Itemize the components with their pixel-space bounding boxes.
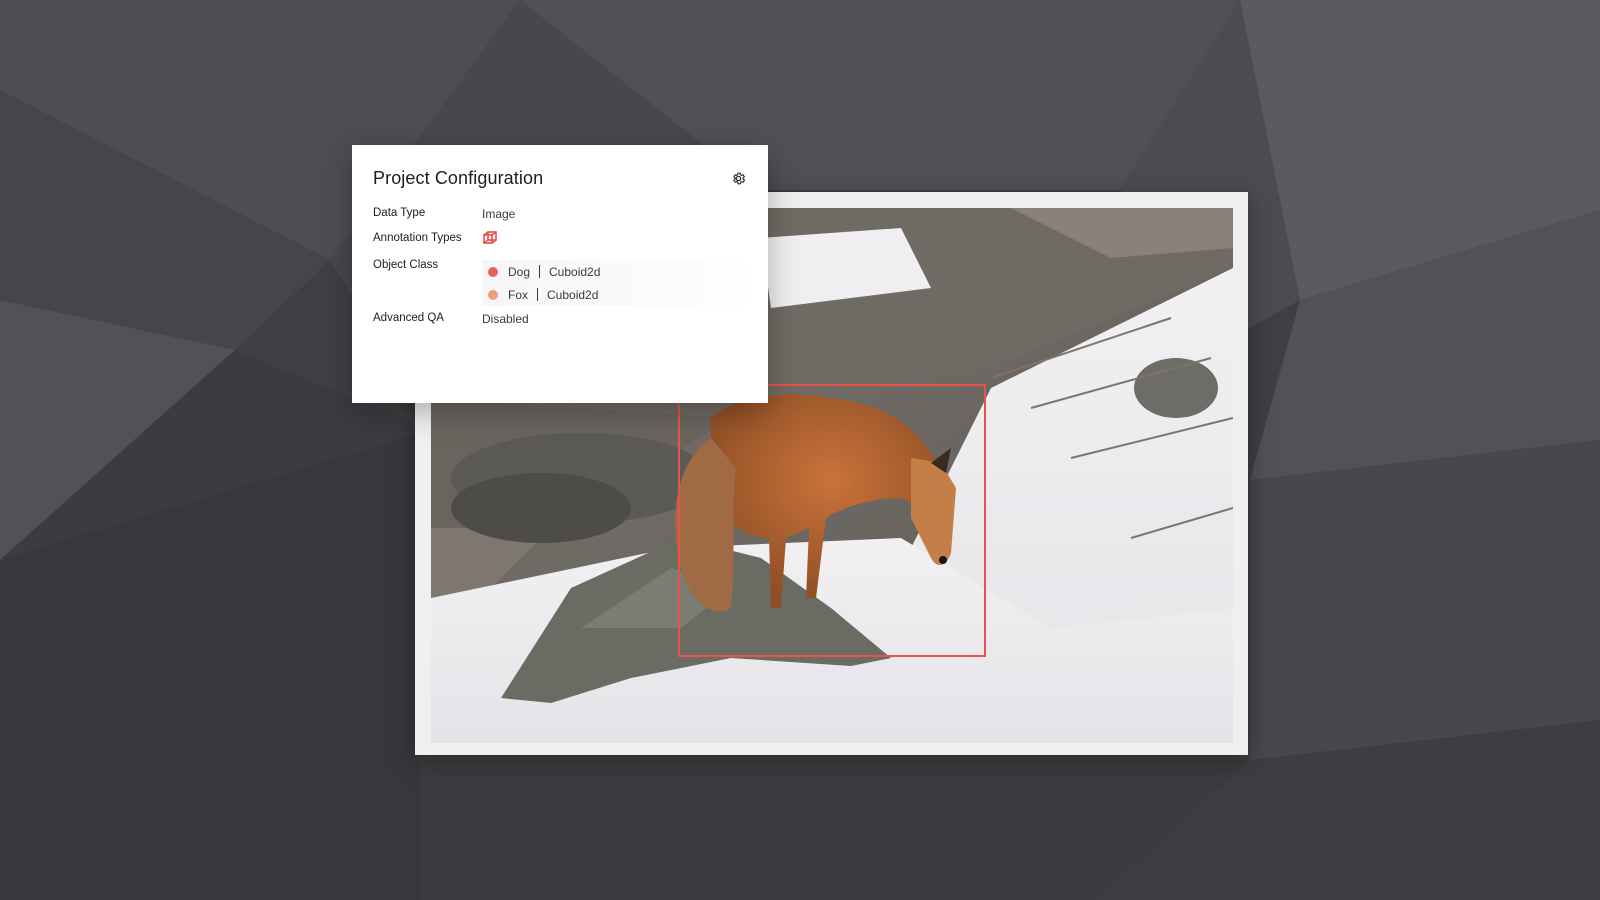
annotation-types-row: Annotation Types (373, 231, 747, 259)
panel-header: Project Configuration (373, 165, 747, 191)
object-class-list: Dog Cuboid2d Fox Cuboid2d (482, 260, 747, 306)
data-type-value: Image (482, 207, 516, 221)
class-annotation-type: Cuboid2d (549, 264, 601, 279)
object-class-row: Object Class Dog Cuboid2d Fox Cuboid2d (373, 259, 747, 312)
advanced-qa-row: Advanced QA Disabled (373, 312, 747, 326)
class-name: Dog (508, 264, 531, 279)
class-color-dot (488, 266, 498, 277)
class-name: Fox (508, 287, 529, 302)
class-color-dot (488, 289, 498, 300)
settings-button[interactable] (727, 167, 749, 189)
data-type-label: Data Type (373, 207, 426, 219)
data-type-row: Data Type Image (373, 207, 747, 232)
class-separator (537, 288, 539, 301)
gear-icon (732, 172, 745, 184)
class-item-fox[interactable]: Fox Cuboid2d (482, 283, 747, 306)
advanced-qa-value: Disabled (482, 312, 529, 326)
cuboid-icon (483, 231, 497, 244)
class-item-dog[interactable]: Dog Cuboid2d (482, 260, 747, 283)
annotation-types-label: Annotation Types (373, 232, 462, 244)
fox-bounding-box[interactable] (678, 384, 986, 657)
class-separator (539, 265, 541, 278)
app-canvas: Project Configuration Data Type Image An… (0, 0, 1600, 900)
class-annotation-type: Cuboid2d (547, 287, 599, 302)
object-class-label: Object Class (373, 259, 439, 271)
panel-title: Project Configuration (373, 167, 544, 188)
advanced-qa-label: Advanced QA (373, 312, 444, 324)
project-configuration-panel: Project Configuration Data Type Image An… (352, 145, 768, 403)
